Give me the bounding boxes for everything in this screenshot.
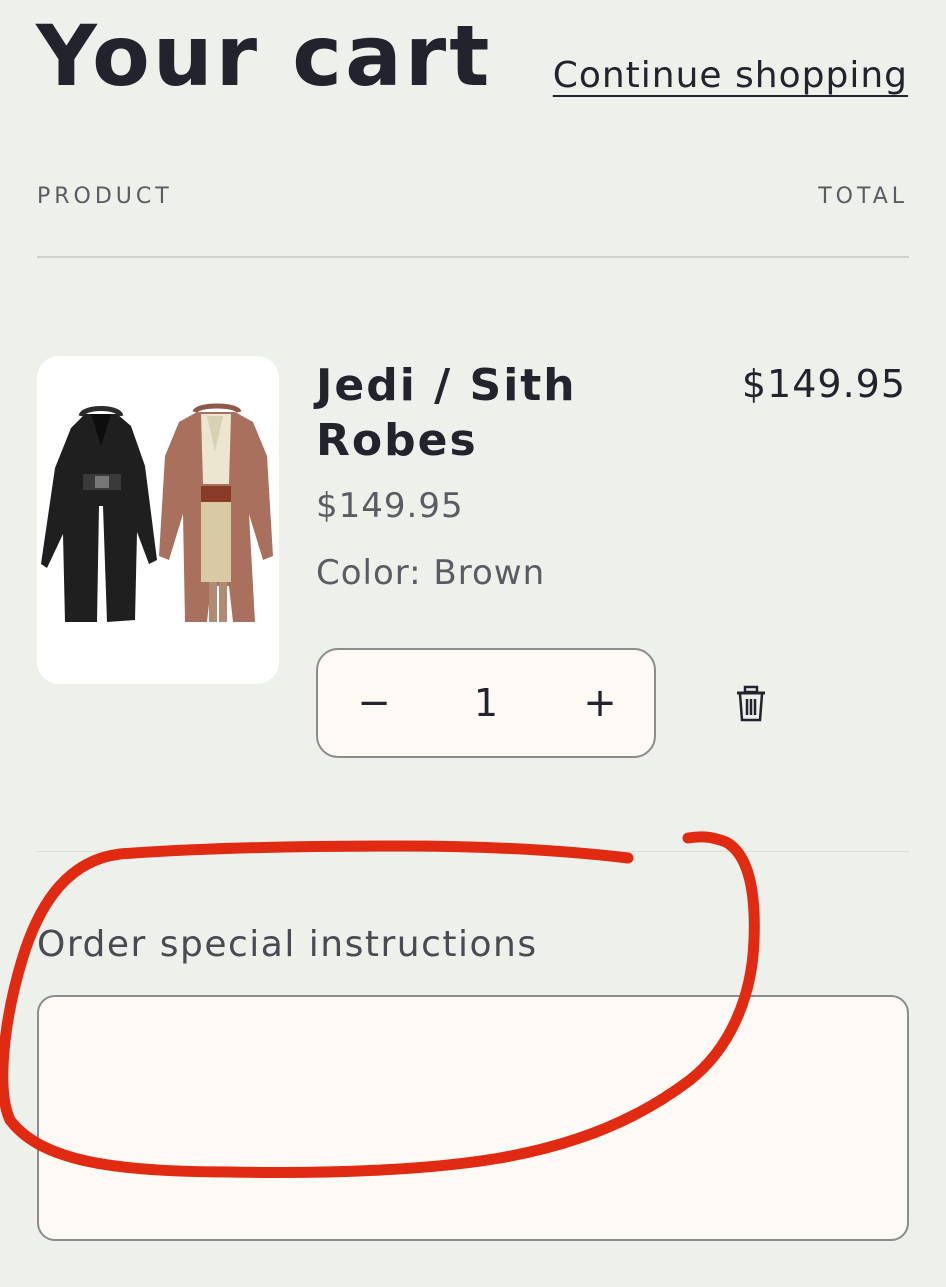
robes-icon	[41, 403, 273, 622]
unit-price: $149.95	[316, 486, 464, 526]
decrease-quantity-button[interactable]: −	[324, 650, 424, 756]
trash-icon	[737, 685, 765, 722]
special-instructions-input[interactable]	[37, 995, 909, 1241]
remove-item-button[interactable]	[732, 684, 770, 724]
quantity-input[interactable]: 1	[418, 650, 554, 756]
section-divider	[37, 851, 909, 852]
product-image[interactable]	[37, 356, 279, 684]
cart-page: Your cart Continue shopping PRODUCT TOTA…	[0, 0, 946, 1287]
column-header-product: PRODUCT	[37, 184, 173, 209]
column-header-total: TOTAL	[818, 184, 908, 209]
increase-quantity-button[interactable]: +	[550, 650, 650, 756]
line-total: $149.95	[741, 362, 906, 406]
page-title: Your cart	[36, 7, 493, 105]
header-divider	[37, 256, 909, 258]
special-instructions-label: Order special instructions	[37, 924, 538, 965]
continue-shopping-link[interactable]: Continue shopping	[553, 54, 908, 98]
variant-option: Color: Brown	[316, 553, 546, 593]
quantity-stepper: − 1 +	[316, 648, 656, 758]
product-name[interactable]: Jedi / Sith Robes	[316, 358, 616, 468]
